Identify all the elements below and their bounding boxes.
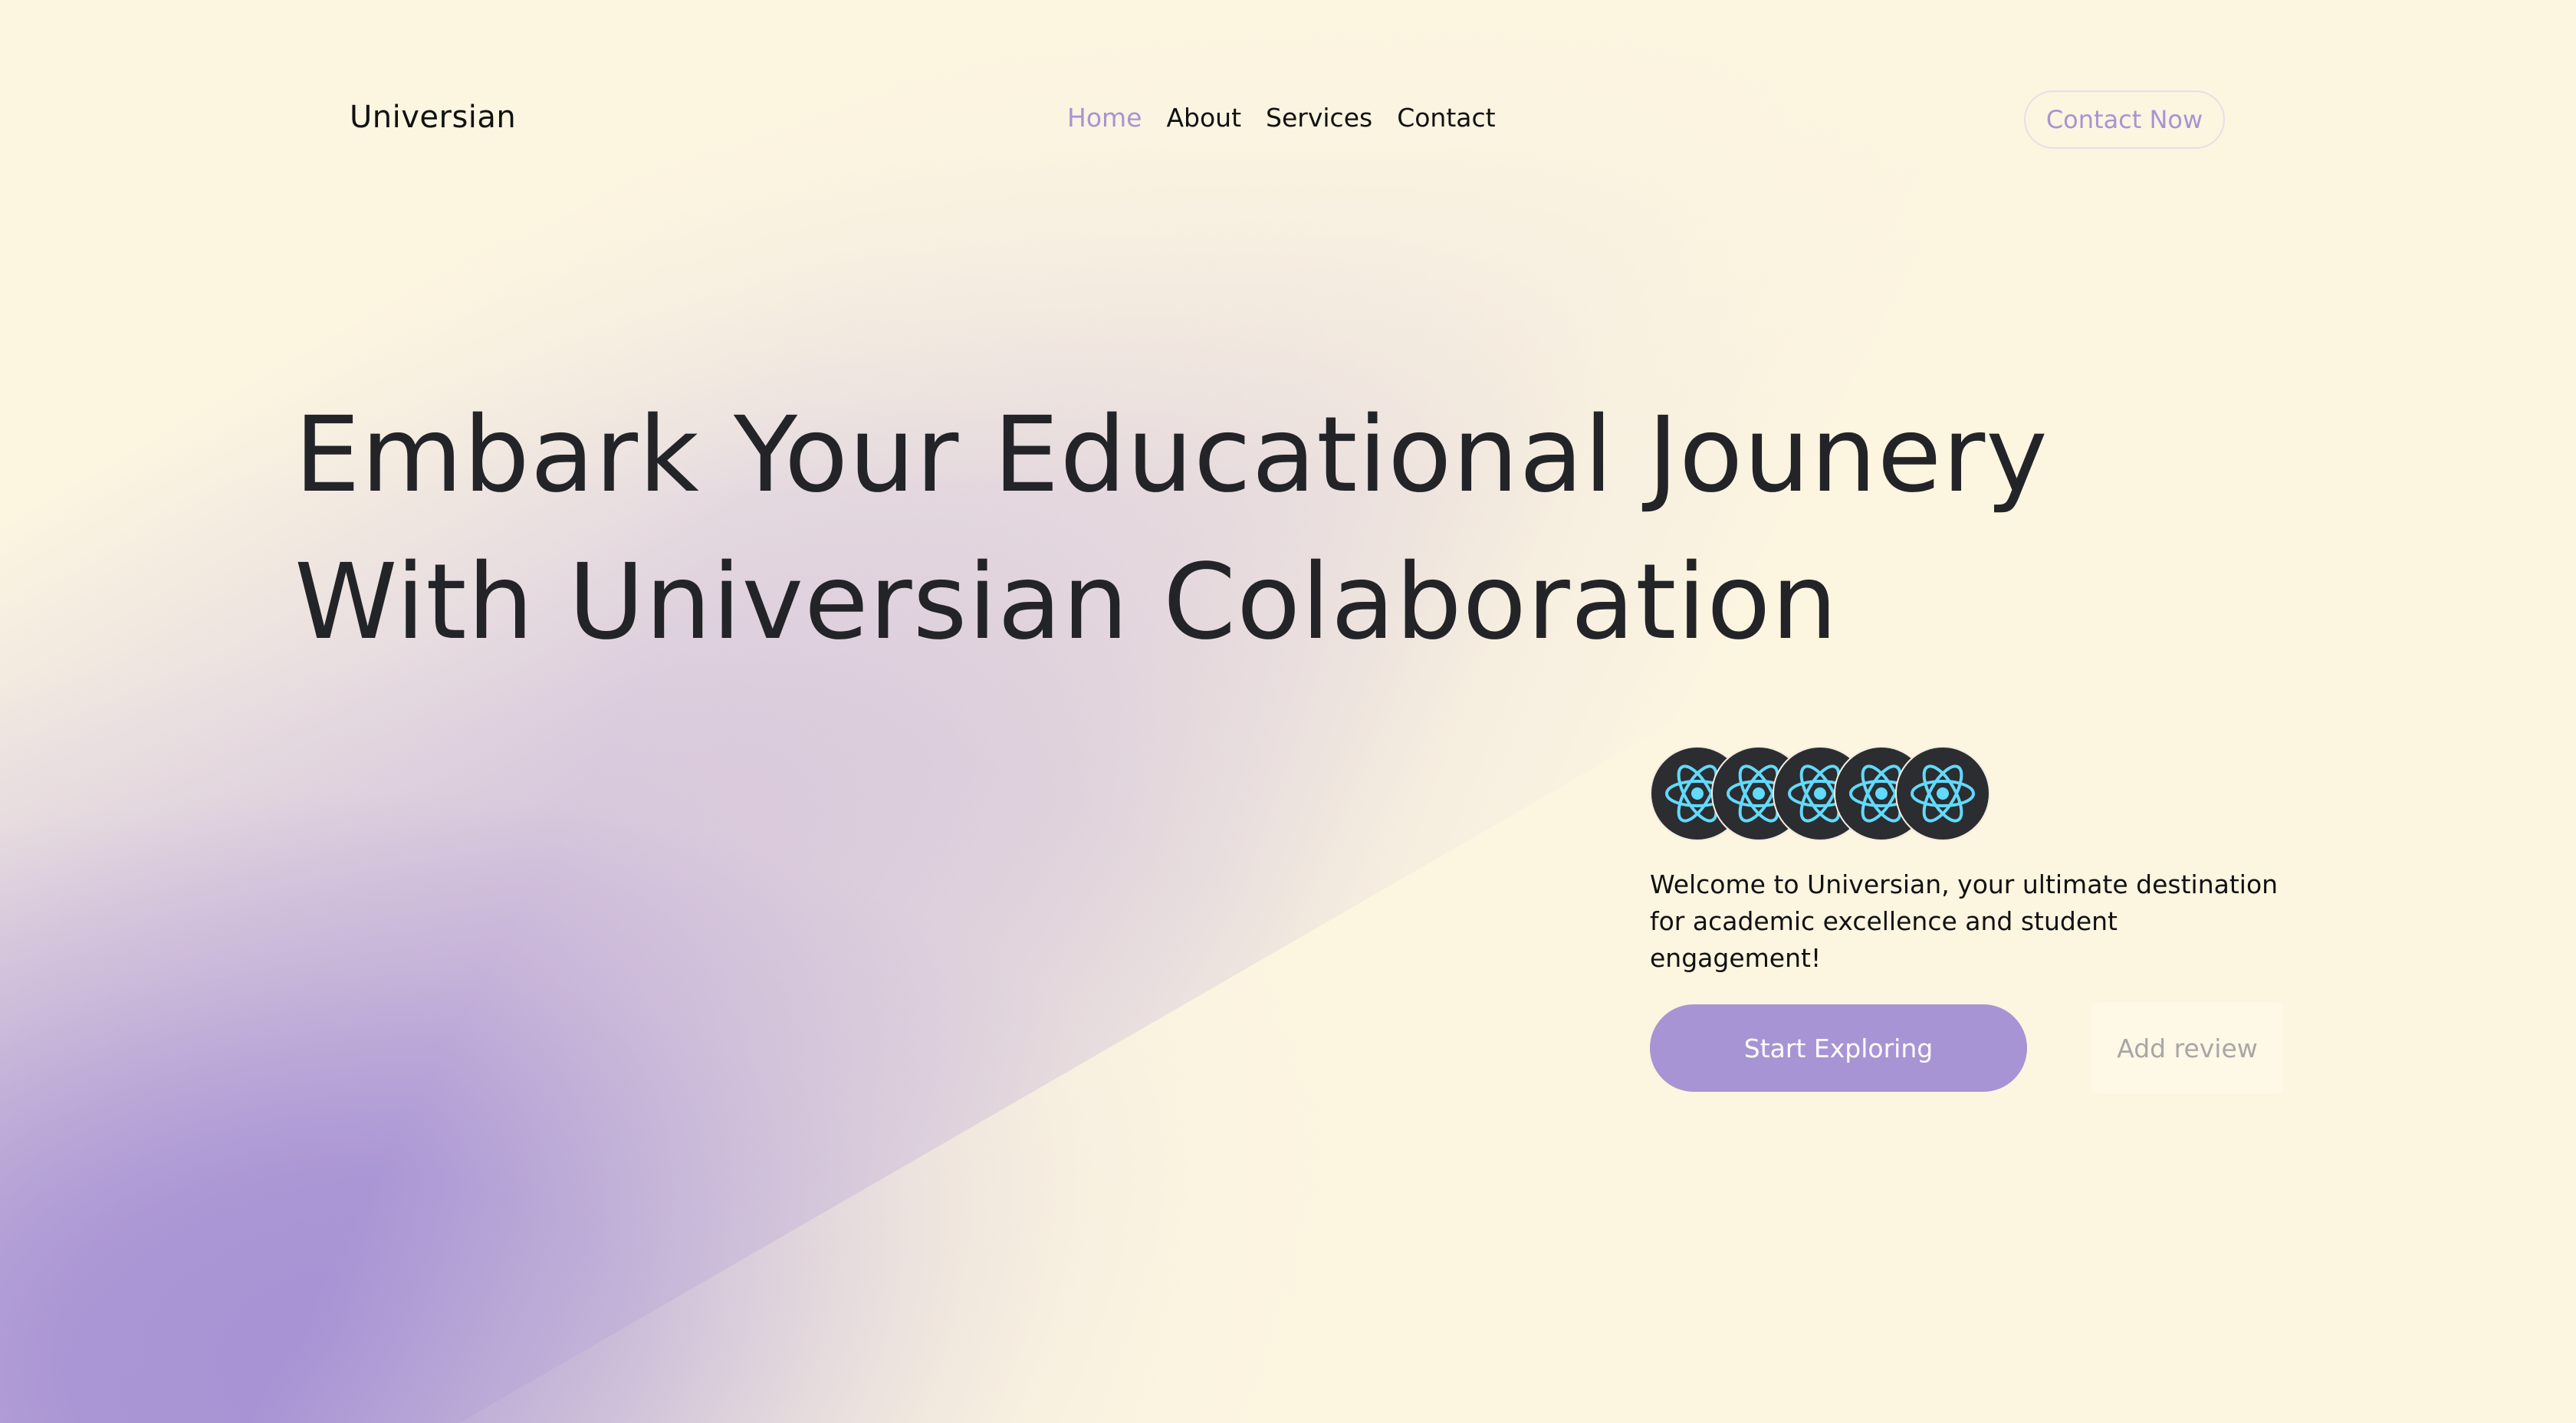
reviewer-avatars (1650, 746, 2003, 844)
nav-item-contact[interactable]: Contact (1397, 103, 1495, 133)
contact-now-button[interactable]: Contact Now (2024, 90, 2225, 149)
start-exploring-button[interactable]: Start Exploring (1650, 1004, 2027, 1092)
nav-item-home[interactable]: Home (1067, 103, 1142, 133)
background-top-fade (0, 0, 2576, 1423)
nav-item-about[interactable]: About (1166, 103, 1241, 133)
nav-item-services[interactable]: Services (1266, 103, 1372, 133)
hero-title-line-2: With Universian Colaboration (294, 542, 1838, 663)
hero-title-line-1: Embark Your Educational Jounery (294, 395, 2049, 516)
hero-title: Embark Your Educational Jounery With Uni… (294, 382, 2049, 676)
welcome-text: Welcome to Universian, your ultimate des… (1650, 869, 2279, 973)
react-atom-icon (1911, 764, 1975, 823)
avatar (1895, 746, 1990, 841)
top-nav: Universian Home About Services Contact C… (0, 90, 2576, 153)
main-menu: Home About Services Contact (1067, 103, 1496, 133)
brand-logo[interactable]: Universian (350, 100, 516, 135)
add-review-button[interactable]: Add review (2091, 1002, 2283, 1094)
